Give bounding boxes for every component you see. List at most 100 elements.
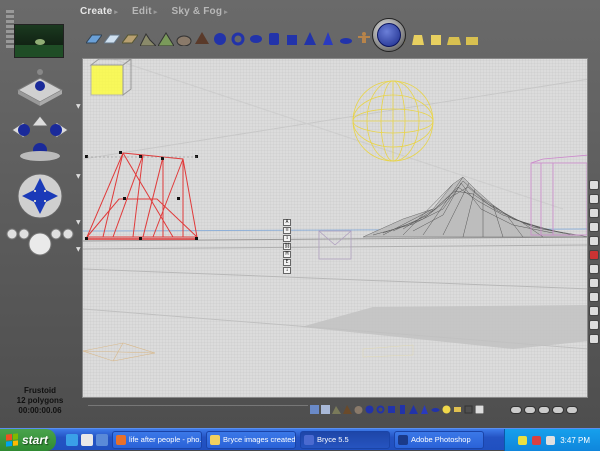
render-tool-icon[interactable] <box>589 264 599 274</box>
select-pyramid-icon[interactable] <box>409 405 418 414</box>
select-tree-icon[interactable] <box>343 405 352 414</box>
view-tool-icon[interactable] <box>589 208 599 218</box>
layout-tool-icon[interactable] <box>589 222 599 232</box>
link-button[interactable]: ⛓ <box>283 243 291 250</box>
play-button[interactable] <box>524 406 536 414</box>
forward-button[interactable] <box>538 406 550 414</box>
svg-text:▼: ▼ <box>76 246 81 253</box>
ground-plane-icon[interactable] <box>122 31 138 47</box>
camera-trackball-icon[interactable] <box>11 115 69 161</box>
options-tool-icon[interactable] <box>589 334 599 344</box>
select-water-icon[interactable] <box>310 405 319 414</box>
show-desktop-icon[interactable] <box>81 433 93 446</box>
record-key-button[interactable] <box>552 406 564 414</box>
select-terrain-icon[interactable] <box>332 405 341 414</box>
disc-icon[interactable] <box>338 31 354 47</box>
select-cylinder-icon[interactable] <box>398 405 407 414</box>
terrain-mesh-object[interactable] <box>362 176 588 238</box>
menu-edit[interactable]: Edit ▸ <box>132 6 157 24</box>
remove-key-button[interactable] <box>566 406 578 414</box>
start-label: start <box>22 432 49 447</box>
pyramid-icon[interactable] <box>302 31 318 47</box>
brush-tool-icon[interactable] <box>589 180 599 190</box>
wire-box-object[interactable] <box>318 230 352 260</box>
select-cone-icon[interactable] <box>420 405 429 414</box>
pan-tool-icon[interactable] <box>589 320 599 330</box>
drop-button[interactable]: ↕ <box>283 235 291 242</box>
texture-tool-icon[interactable] <box>589 278 599 288</box>
object-name: Frustoid <box>24 386 56 395</box>
pink-wire-box[interactable] <box>530 154 588 236</box>
tan-wire-object[interactable] <box>83 342 156 362</box>
network-icon[interactable] <box>518 435 528 445</box>
wireframe-viewport[interactable]: A ≡ ↕ ⛓ M E ↓ <box>82 58 588 398</box>
pencil-tool-icon[interactable] <box>589 194 599 204</box>
scene-wireframe <box>83 59 588 362</box>
frustoid-object[interactable] <box>86 152 198 240</box>
left-control-panel: ▼ ▼ ▼ ▼ Frustoid 12 polygons 00:00:00.06 <box>0 0 82 428</box>
task-bryce[interactable]: Bryce 5.5 <box>300 430 390 449</box>
select-torus-icon[interactable] <box>376 405 385 414</box>
menu-create[interactable]: Create ▸ <box>80 6 118 24</box>
folder-icon <box>210 434 220 445</box>
camera-object-icon[interactable] <box>464 31 480 47</box>
material-button[interactable]: M <box>283 251 291 258</box>
bryce-logo-button[interactable] <box>372 18 406 52</box>
terrain-icon[interactable] <box>140 31 156 47</box>
animation-timeline[interactable] <box>88 402 308 406</box>
task-photoshop[interactable]: Adobe Photoshop <box>394 430 484 449</box>
display-tool-icon[interactable] <box>589 236 599 246</box>
select-light-icon[interactable] <box>442 405 451 414</box>
select-group-icon[interactable] <box>464 405 473 414</box>
ellipsoid-icon[interactable] <box>248 31 264 47</box>
zoom-controls-icon[interactable] <box>6 228 74 256</box>
task-firefox[interactable]: life after people - pho... <box>112 430 202 449</box>
cylinder-icon[interactable] <box>266 31 282 47</box>
spot-light-icon[interactable] <box>410 31 426 47</box>
cloud-plane-icon[interactable] <box>104 31 120 47</box>
rewind-button[interactable] <box>510 406 522 414</box>
zoom-tool-icon[interactable] <box>589 306 599 316</box>
attribute-button[interactable]: A <box>283 219 291 226</box>
security-icon[interactable] <box>532 435 542 445</box>
select-sphere-icon[interactable] <box>365 405 374 414</box>
record-tool-icon[interactable] <box>589 250 599 260</box>
ie-icon[interactable] <box>66 433 78 446</box>
tree-icon[interactable] <box>194 31 210 47</box>
land-button[interactable]: ↓ <box>283 267 291 274</box>
yellow-light-cube[interactable] <box>89 59 132 96</box>
nano-preview-slider[interactable] <box>6 10 14 60</box>
select-stone-icon[interactable] <box>354 405 363 414</box>
main-menu-bar: Create ▸ Edit ▸ Sky & Fog ▸ <box>80 6 228 24</box>
clock[interactable]: 3:47 PM <box>560 436 590 445</box>
select-camera-icon[interactable] <box>453 405 462 414</box>
wire-sphere-light[interactable] <box>352 80 434 162</box>
edit-button[interactable]: E <box>283 259 291 266</box>
start-button[interactable]: start <box>0 428 56 451</box>
symmetrical-lattice-icon[interactable] <box>158 31 174 47</box>
menu-sky-fog[interactable]: Sky & Fog ▸ <box>171 6 227 24</box>
sphere-icon[interactable] <box>212 31 228 47</box>
cone-icon[interactable] <box>320 31 336 47</box>
stone-icon[interactable] <box>176 31 192 47</box>
camera-pan-crosspad-icon[interactable] <box>17 173 63 219</box>
nano-preview-thumbnail[interactable] <box>14 24 64 58</box>
select-all-icon[interactable] <box>475 405 484 414</box>
grid-tool-icon[interactable] <box>589 292 599 302</box>
view-control-icon[interactable] <box>16 69 64 106</box>
media-player-icon[interactable] <box>96 433 108 446</box>
chevron-right-icon: ▸ <box>153 9 158 16</box>
parallel-light-icon[interactable] <box>428 31 444 47</box>
cube-icon[interactable] <box>284 31 300 47</box>
select-cube-icon[interactable] <box>387 405 396 414</box>
square-spot-light-icon[interactable] <box>446 31 462 47</box>
family-button[interactable]: ≡ <box>283 227 291 234</box>
task-bryce-folder[interactable]: Bryce images created... <box>206 430 296 449</box>
volume-icon[interactable] <box>546 435 556 445</box>
select-cloud-icon[interactable] <box>321 405 330 414</box>
create-object-palette <box>86 26 480 52</box>
water-plane-icon[interactable] <box>86 31 102 47</box>
select-disc-icon[interactable] <box>431 405 440 414</box>
torus-icon[interactable] <box>230 31 246 47</box>
human-figure-icon[interactable] <box>356 31 372 47</box>
